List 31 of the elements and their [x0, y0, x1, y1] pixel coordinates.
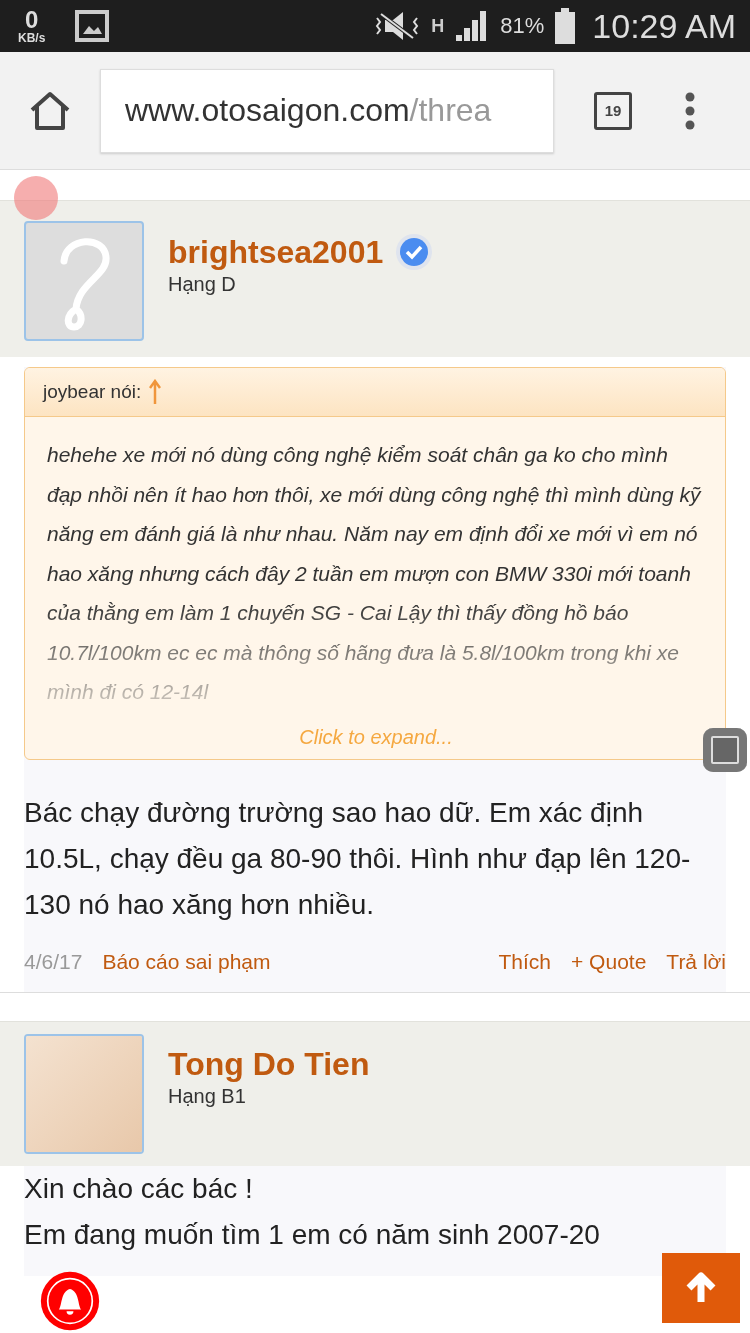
post-text: Em đang muốn tìm 1 em có năm sinh 2007-20 [24, 1217, 601, 1252]
quote-author: joybear nói: [43, 381, 142, 403]
up-arrow-icon [684, 1271, 718, 1305]
report-link[interactable]: Báo cáo sai phạm [102, 949, 271, 974]
address-bar[interactable]: www.otosaigon.com/threa [100, 68, 554, 153]
speed-unit: KB/s [18, 32, 46, 44]
verified-badge-icon [395, 233, 434, 271]
quote-text: hehehe xe mới nó dùng công nghệ kiểm soát chân ga ko cho mình đạp nhồi nên ít hao hơn thôi, xe mới dùng công nghệ thì mình dùng kỹ năng em đánh giá là như nhau. Năm nay em định đổi xe mới vì em nó hao xăng nhưng cách đây 2 tuần em mượn con BMW 330i mới toanh của thằng em làm 1 chuyến SG - Cai Lậy thì thấy đồng hồ báo 10.7l/100km ec ec mà thông số hãng đưa là 5.8l/100km trong khi xe mình đi có 12-14l [47, 442, 703, 705]
post-date: 4/6/17 [24, 949, 83, 974]
menu-icon[interactable] [684, 91, 696, 130]
post-action-link[interactable]: Thích [498, 949, 551, 974]
post-action-link[interactable]: Trả lời [666, 949, 726, 974]
image-icon [75, 10, 110, 42]
post-action-link[interactable]: + Quote [571, 949, 647, 974]
battery-icon [554, 8, 577, 44]
clock: 10:29 AM [592, 6, 736, 46]
home-icon[interactable] [28, 89, 72, 132]
post-text: Bác chạy đường trường sao hao dữ. Em xác định 10.5L, chạy đều ga 80-90 thôi. Hình như đạp lên 120-130 nó hao xăng hơn nhiều. [24, 795, 692, 922]
user-rank: Hạng D [168, 273, 237, 296]
battery-percent: 81% [500, 13, 545, 39]
up-arrow-icon[interactable] [149, 379, 162, 405]
scroll-to-top-button[interactable] [662, 1253, 740, 1323]
notification-bell-icon[interactable] [40, 1271, 100, 1331]
username-link[interactable]: Tong Do Tien [168, 1045, 370, 1083]
network-type: H [431, 15, 445, 37]
post-text: Xin chào các bác ! [24, 1171, 254, 1206]
username-link[interactable]: brightsea2001 [168, 233, 384, 271]
user-rank: Hạng B1 [168, 1084, 247, 1108]
tab-count-button[interactable]: 19 [594, 91, 632, 130]
network-speed: 0 [25, 8, 39, 32]
assistive-touch-button[interactable] [703, 728, 747, 772]
